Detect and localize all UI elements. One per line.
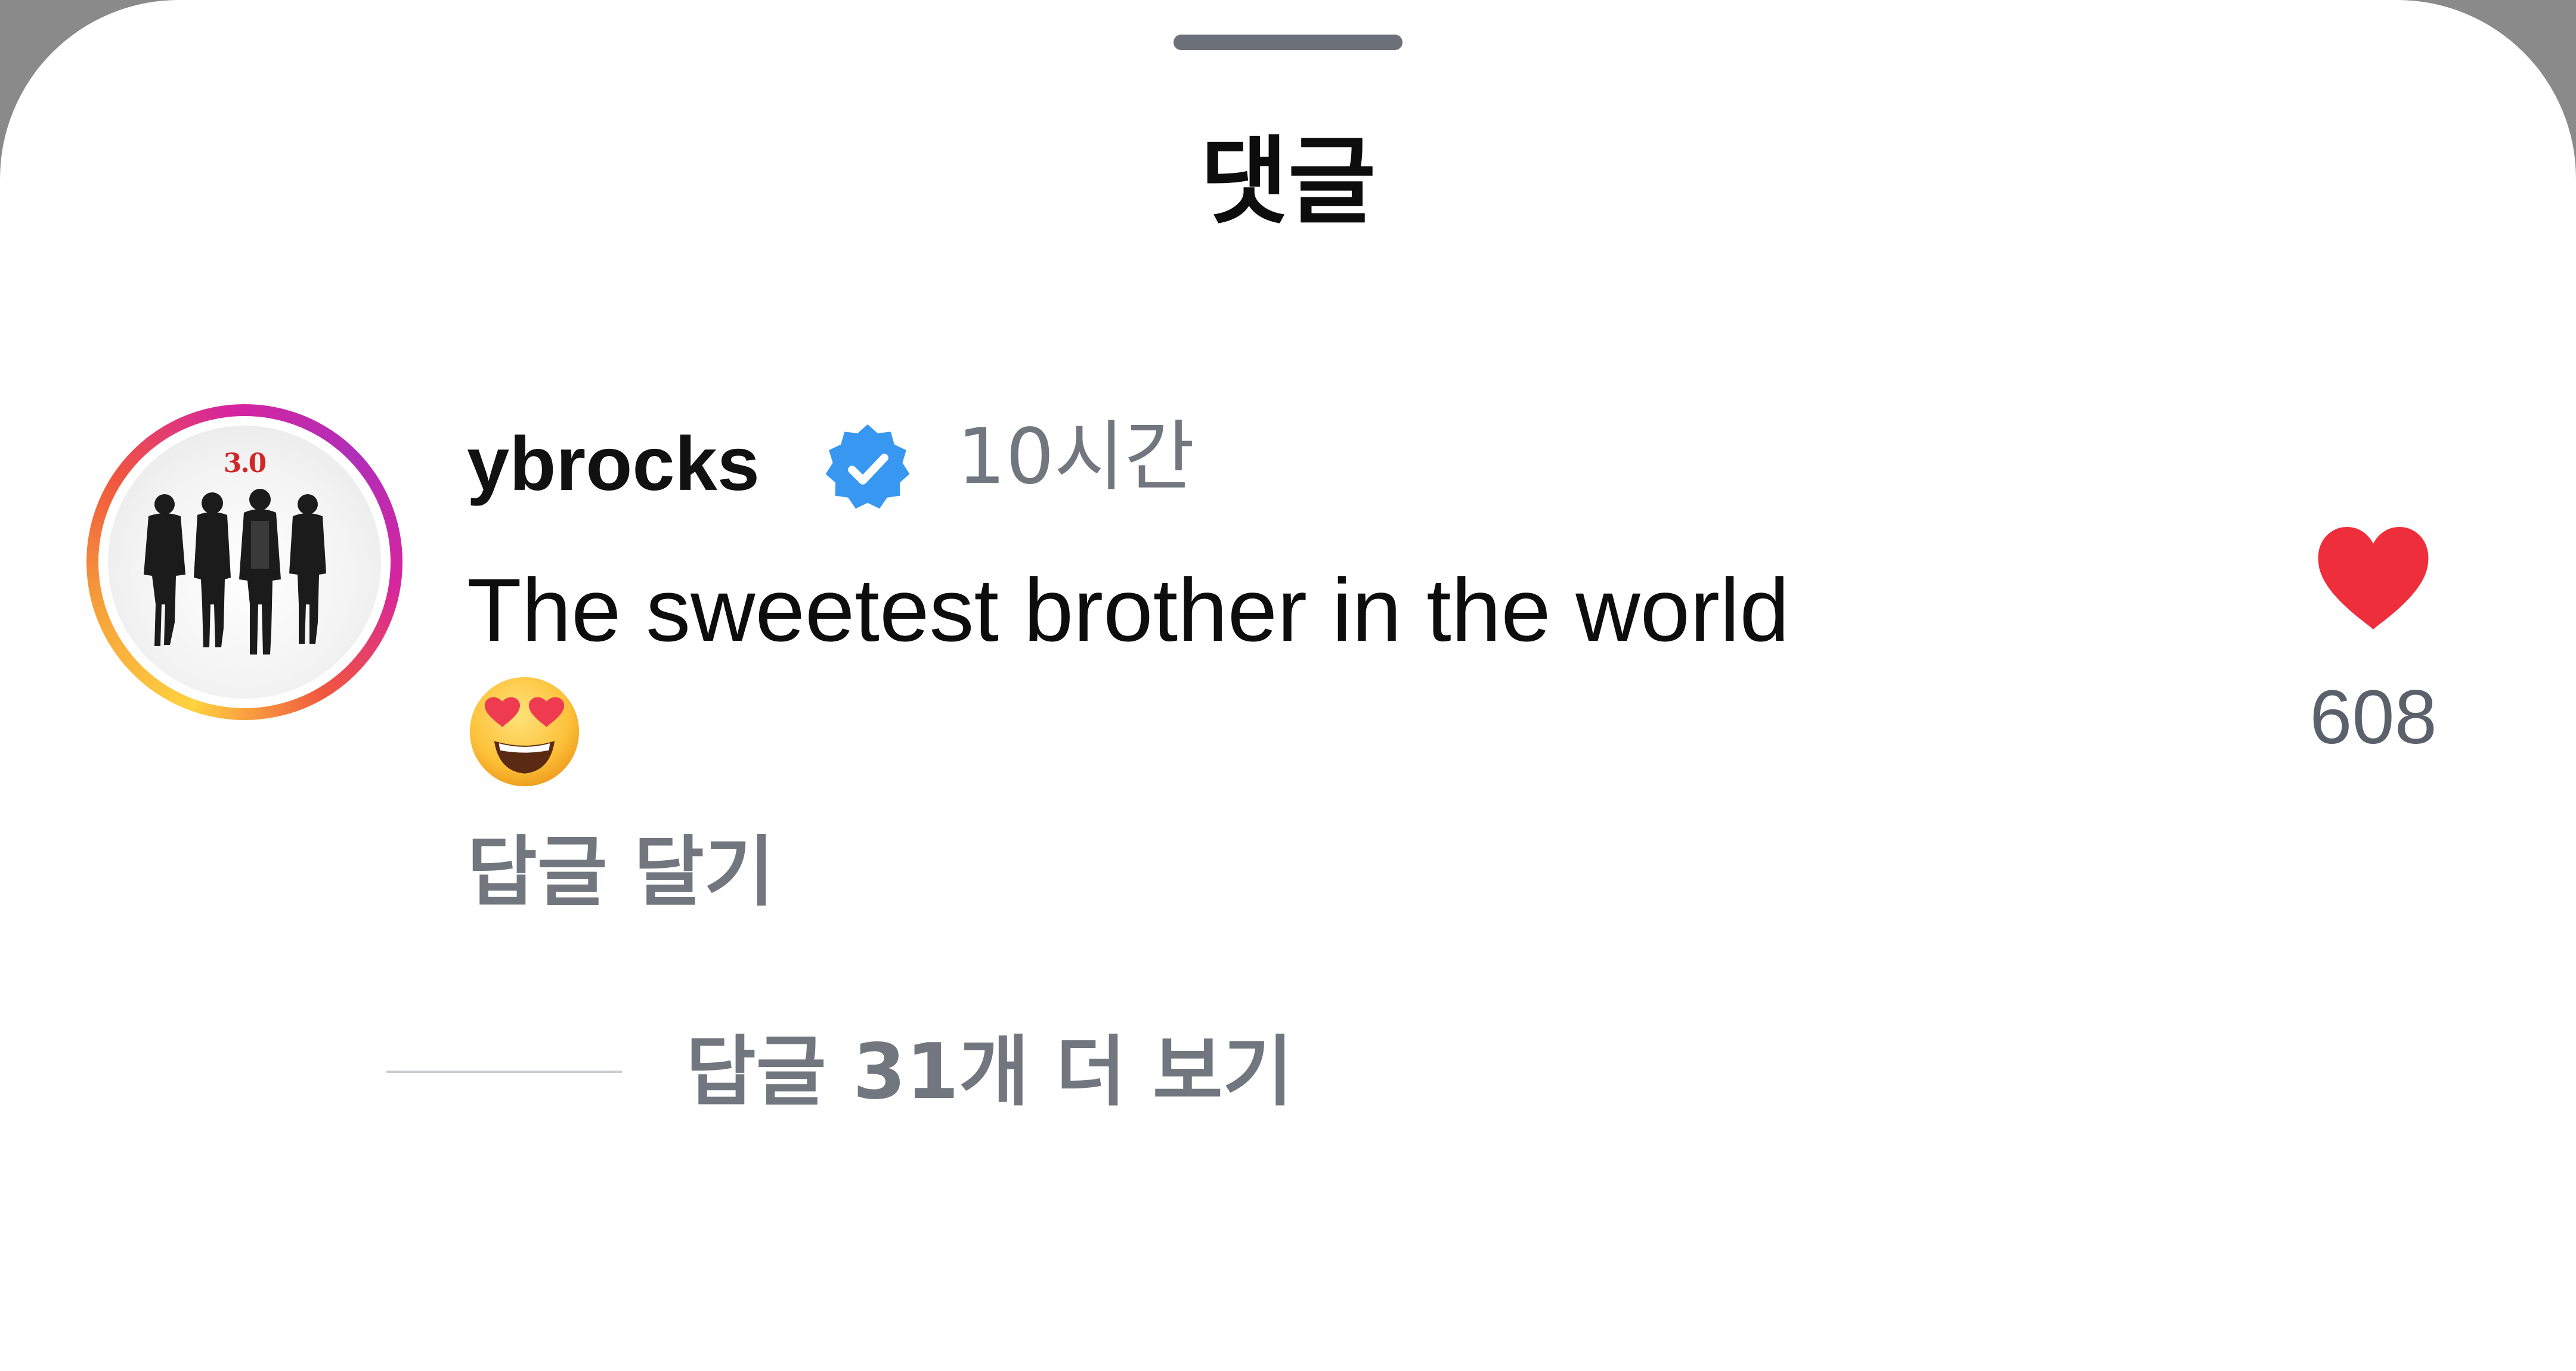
band-photo	[144, 489, 326, 655]
comment-timestamp: 10시간	[957, 412, 1195, 501]
replies-divider	[386, 1071, 622, 1073]
comments-sheet: 댓글 3.0 ybrocks 10시간 The sweetest brother…	[0, 0, 2576, 1371]
comment-username[interactable]: ybrocks	[467, 426, 760, 503]
verified-badge-icon	[825, 424, 910, 509]
drag-handle[interactable]	[1174, 35, 1402, 50]
avatar[interactable]: 3.0	[86, 404, 402, 720]
heart-icon[interactable]	[2314, 525, 2433, 632]
like-count: 608	[2309, 675, 2437, 760]
reply-button[interactable]: 답글 달기	[467, 835, 775, 911]
avatar-image: 3.0	[108, 426, 381, 699]
comment-text: The sweetest brother in the world	[467, 560, 1789, 660]
view-more-replies-button[interactable]: 답글 31개 더 보기	[686, 1034, 1293, 1111]
sheet-title: 댓글	[1200, 126, 1376, 237]
heart-eyes-emoji	[469, 677, 580, 787]
